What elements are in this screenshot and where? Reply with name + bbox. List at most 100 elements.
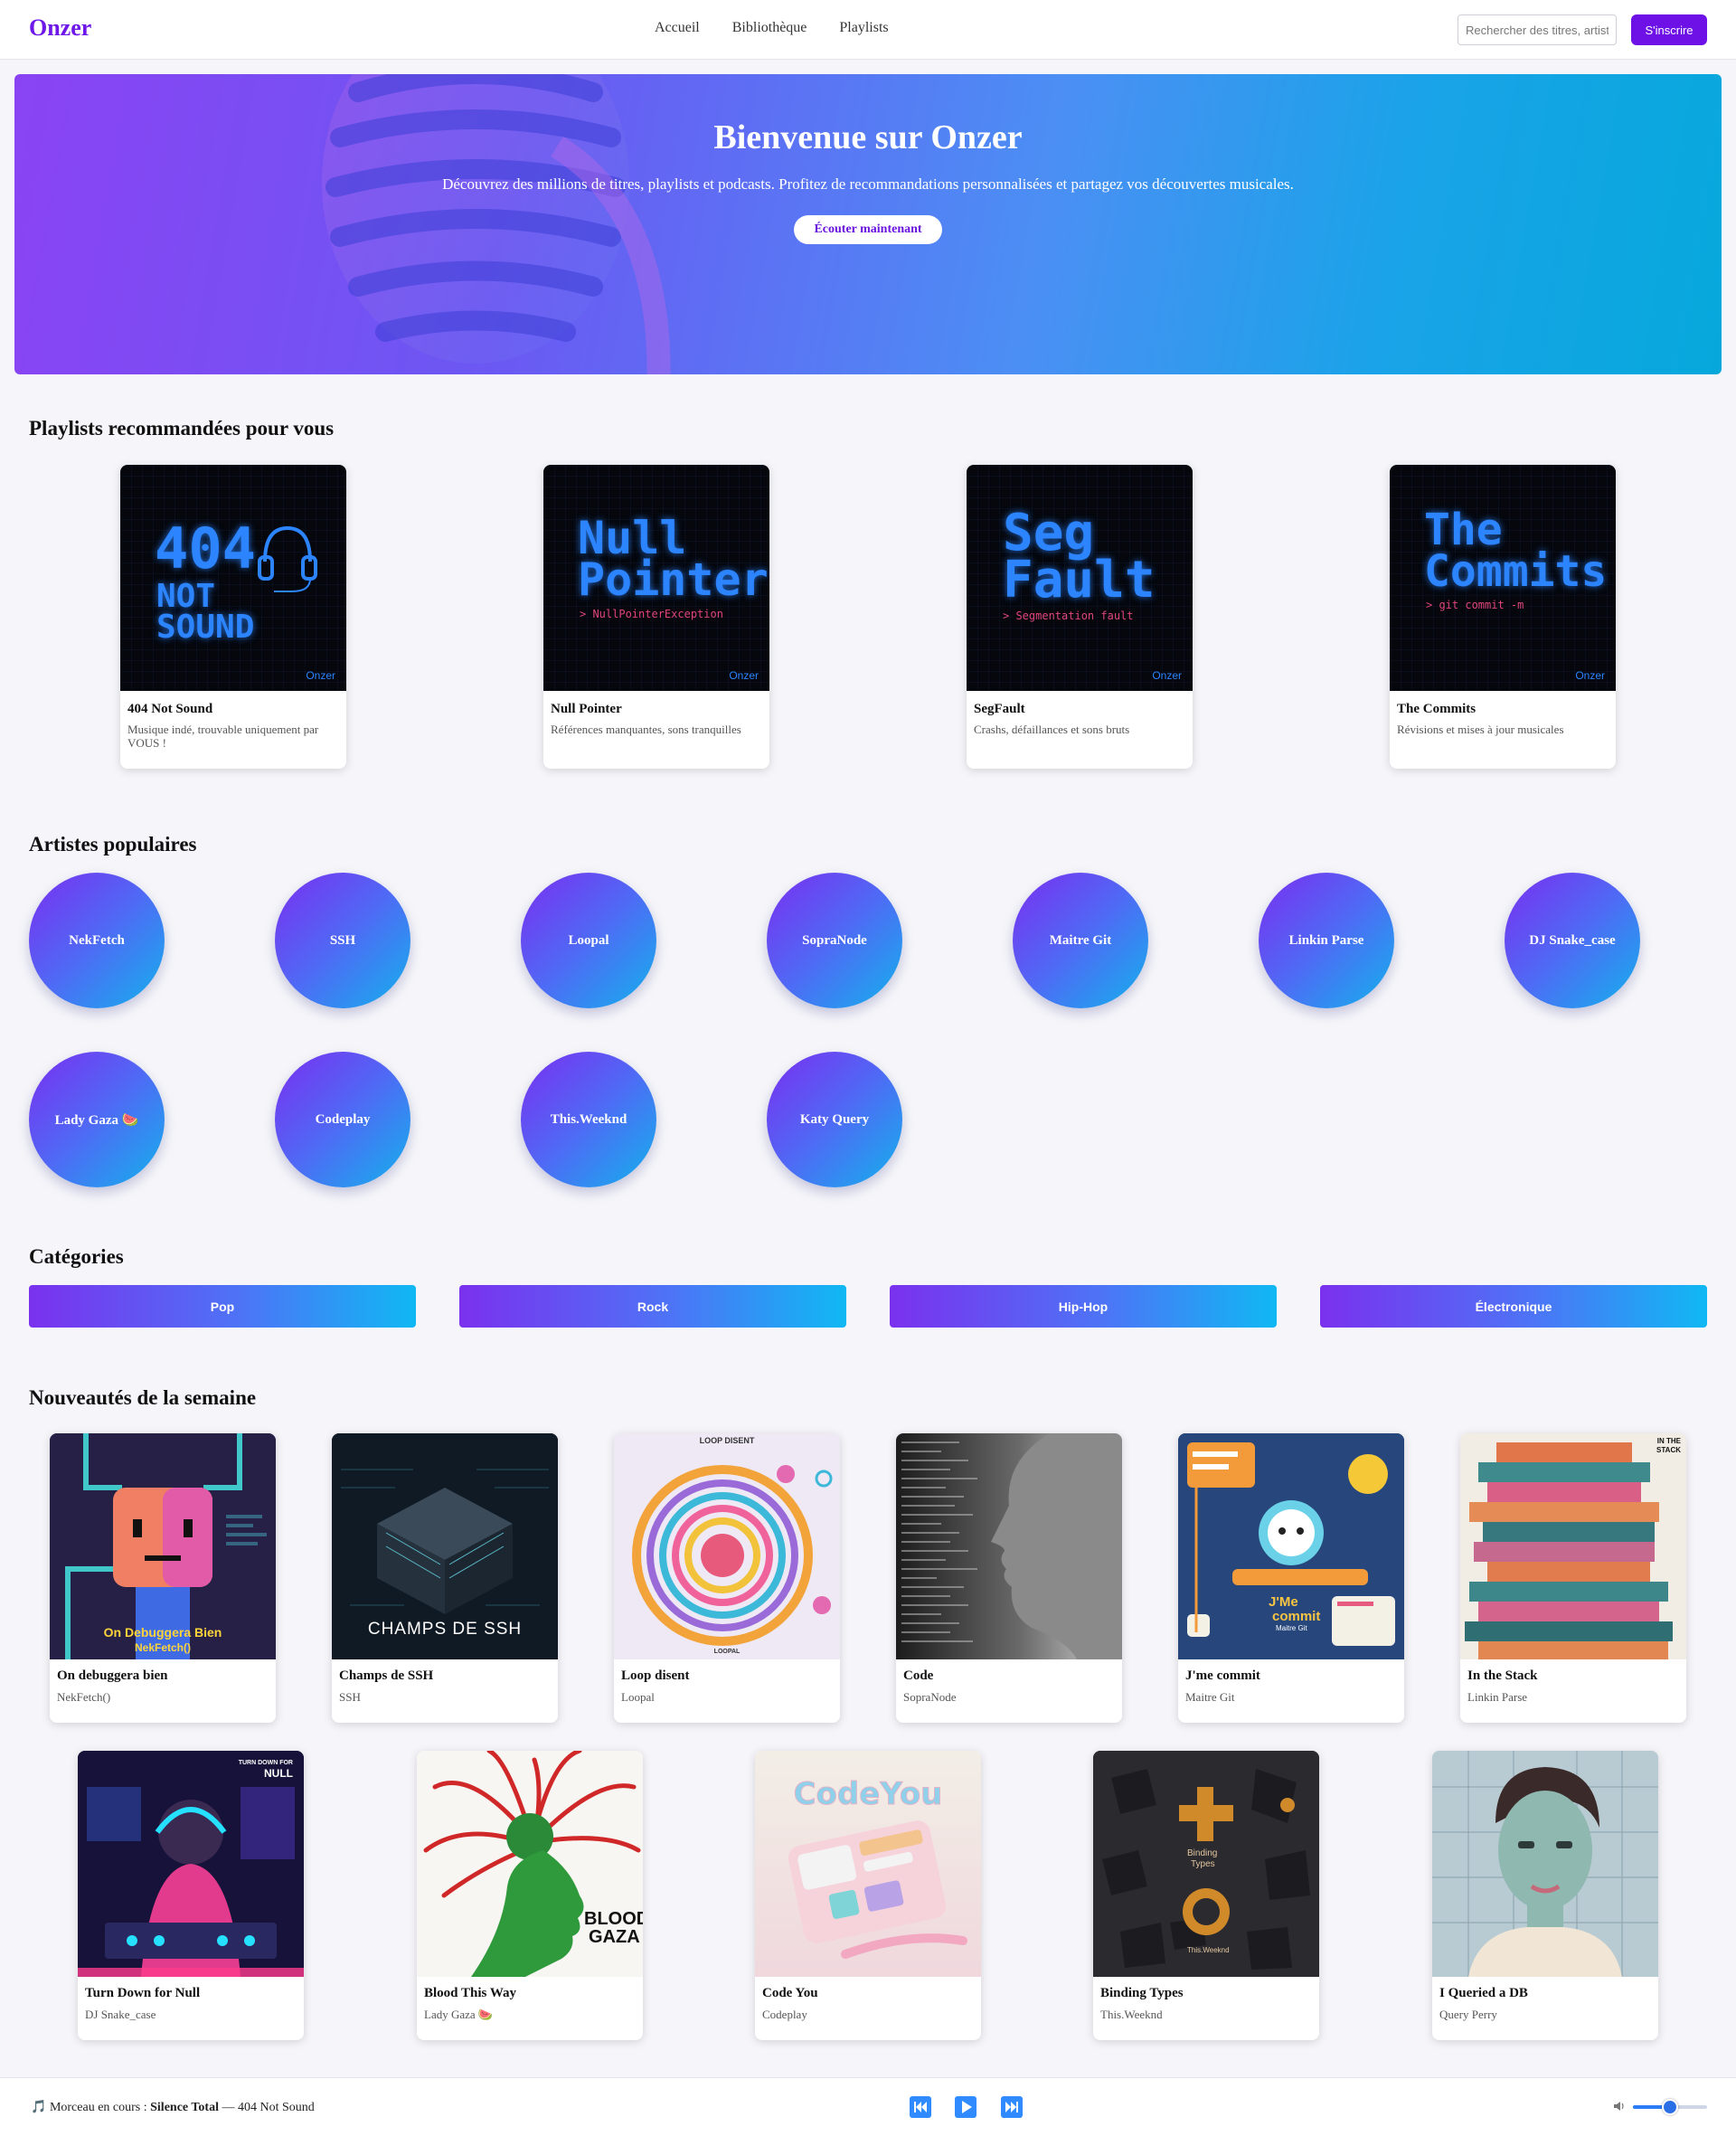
play-icon xyxy=(962,2101,972,2113)
previous-button[interactable] xyxy=(910,2096,931,2118)
artist-name: Codeplay xyxy=(315,1111,371,1127)
logo[interactable]: Onzer xyxy=(29,14,91,42)
artist-circle[interactable]: Lady Gaza 🍉 xyxy=(29,1052,165,1187)
release-card[interactable]: Binding Types This.Weeknd Binding Types … xyxy=(1093,1751,1319,2040)
signup-button[interactable]: S'inscrire xyxy=(1631,14,1707,45)
brand-mark: Onzer xyxy=(1575,669,1605,682)
server-cube-cover-art: CHAMPS DE SSH xyxy=(332,1433,558,1659)
cover-text: LOOPAL xyxy=(713,1649,741,1655)
category-button-pop[interactable]: Pop xyxy=(29,1285,416,1328)
cover-text: Binding xyxy=(1187,1848,1218,1858)
brand-mark: Onzer xyxy=(729,669,759,682)
cover-text: Maitre Git xyxy=(1276,1624,1307,1632)
playlist-description: Musique indé, trouvable uniquement par V… xyxy=(127,723,319,750)
release-title: Binding Types xyxy=(1100,1986,1184,2000)
playlist-card[interactable]: Null Pointer > NullPointerException Onze… xyxy=(543,465,769,769)
artist-name: SSH xyxy=(329,932,356,948)
release-card[interactable]: IN THE STACK In the Stack Linkin Parse xyxy=(1460,1433,1686,1723)
artist-circle[interactable]: Codeplay xyxy=(275,1052,410,1187)
release-card[interactable]: CodeYou Code You Codeplay xyxy=(755,1751,981,2040)
cover-text: NULL xyxy=(264,1767,293,1780)
cover-text: The xyxy=(1424,505,1503,555)
release-card[interactable]: On Debuggera Bien NekFetch() On debugger… xyxy=(50,1433,276,1723)
category-button-hiphop[interactable]: Hip-Hop xyxy=(890,1285,1277,1328)
release-card[interactable]: CHAMPS DE SSH Champs de SSH SSH xyxy=(332,1433,558,1723)
pastel-ui-cover-art: CodeYou xyxy=(755,1751,981,1977)
playlist-card[interactable]: 404 NOT SOUND Onzer 404 Not Sound Musiqu… xyxy=(120,465,346,769)
artist-circle[interactable]: SSH xyxy=(275,873,410,1008)
concentric-loop-cover-art: LOOP DISENT LOOPAL xyxy=(614,1433,840,1659)
headphones-icon xyxy=(258,525,317,592)
artist-name: SopraNode xyxy=(802,932,867,948)
artist-circle[interactable]: Maitre Git xyxy=(1013,873,1148,1008)
player-bar: 🎵 Morceau en cours : Silence Total — 404… xyxy=(0,2077,1736,2136)
cover-text: CodeYou xyxy=(793,1776,943,1813)
release-card[interactable]: J'Me commit Maitre Git J'me commit Maitr… xyxy=(1178,1433,1404,1723)
playlist-cover: Null Pointer > NullPointerException Onze… xyxy=(543,465,769,691)
cover-text: SOUND xyxy=(156,609,255,646)
release-card[interactable]: BLOOD GAZA Blood This Way Lady Gaza 🍉 xyxy=(417,1751,643,2040)
nav-link-accueil[interactable]: Accueil xyxy=(655,20,700,36)
profile-face-cover-art xyxy=(896,1433,1122,1659)
search-input[interactable] xyxy=(1458,14,1617,45)
release-title: Champs de SSH xyxy=(339,1668,434,1683)
artist-name: DJ Snake_case xyxy=(1529,932,1616,948)
cover-text: TURN DOWN FOR xyxy=(238,1760,293,1766)
playlist-cover: 404 NOT SOUND Onzer xyxy=(120,465,346,691)
release-card[interactable]: I Queried a DB Query Perry xyxy=(1432,1751,1658,2040)
release-card[interactable]: TURN DOWN FOR NULL Turn Down for Null DJ… xyxy=(78,1751,304,2040)
artist-circle[interactable]: NekFetch xyxy=(29,873,165,1008)
release-artist: Loopal xyxy=(621,1690,655,1704)
playlist-cover: Seg Fault > Segmentation fault Onzer xyxy=(967,465,1193,691)
release-artist: Query Perry xyxy=(1439,2008,1497,2021)
release-card[interactable]: LOOP DISENT LOOPAL Loop disent Loopal xyxy=(614,1433,840,1723)
artist-name: Loopal xyxy=(568,932,609,948)
listen-now-button[interactable]: Écouter maintenant xyxy=(794,215,942,244)
nav-link-playlists[interactable]: Playlists xyxy=(839,20,888,36)
release-artist: SopraNode xyxy=(903,1690,957,1704)
volume-slider-knob[interactable] xyxy=(1662,2099,1678,2115)
next-button[interactable] xyxy=(1001,2096,1023,2118)
cover-text: GAZA xyxy=(589,1927,640,1947)
artist-circle[interactable]: Katy Query xyxy=(767,1052,902,1187)
nav-link-bibliotheque[interactable]: Bibliothèque xyxy=(732,20,807,36)
release-title: In the Stack xyxy=(1467,1668,1538,1683)
now-playing-track: Silence Total xyxy=(150,2101,219,2114)
release-artist: This.Weeknd xyxy=(1100,2008,1163,2021)
cover-text: BLOOD xyxy=(584,1909,643,1929)
cover-text: STACK xyxy=(1656,1446,1681,1454)
release-title: On debuggera bien xyxy=(57,1668,168,1683)
cover-text: This.Weeknd xyxy=(1187,1946,1230,1954)
playlist-title: 404 Not Sound xyxy=(127,702,213,716)
artist-circle[interactable]: SopraNode xyxy=(767,873,902,1008)
release-title: J'me commit xyxy=(1185,1668,1260,1683)
now-playing-separator: — xyxy=(222,2101,235,2114)
category-button-electronique[interactable]: Électronique xyxy=(1320,1285,1707,1328)
stacked-blocks-cover-art: IN THE STACK xyxy=(1460,1433,1686,1659)
release-card[interactable]: Code SopraNode xyxy=(896,1433,1122,1723)
cover-text: Pointer xyxy=(578,553,769,606)
release-title: Code xyxy=(903,1668,934,1683)
cover-terminal-text: > Segmentation fault xyxy=(1003,610,1134,622)
cover-terminal-text: > NullPointerException xyxy=(580,608,723,620)
loop-icon xyxy=(614,1433,840,1659)
hero-banner: Bienvenue sur Onzer Découvrez des millio… xyxy=(14,74,1722,374)
playlist-card[interactable]: The Commits > git commit -m Onzer The Co… xyxy=(1390,465,1616,769)
playlist-card[interactable]: Seg Fault > Segmentation fault Onzer Seg… xyxy=(967,465,1193,769)
top-navbar: Onzer Accueil Bibliothèque Playlists S'i… xyxy=(0,0,1736,60)
release-title: I Queried a DB xyxy=(1439,1986,1528,2000)
artist-circle[interactable]: Linkin Parse xyxy=(1259,873,1394,1008)
artist-name: Katy Query xyxy=(799,1111,870,1127)
release-artist: NekFetch() xyxy=(57,1690,111,1704)
artist-circle[interactable]: DJ Snake_case xyxy=(1505,873,1640,1008)
play-button[interactable] xyxy=(955,2096,976,2118)
release-artist: Codeplay xyxy=(762,2008,807,2021)
release-artist: SSH xyxy=(339,1690,361,1704)
playlist-description: Références manquantes, sons tranquilles xyxy=(551,723,741,736)
volume-slider[interactable] xyxy=(1633,2099,1707,2115)
main-nav: Accueil Bibliothèque Playlists xyxy=(655,20,889,36)
category-button-rock[interactable]: Rock xyxy=(459,1285,846,1328)
artist-circle[interactable]: This.Weeknd xyxy=(521,1052,656,1187)
hero-subtitle: Découvrez des millions de titres, playli… xyxy=(442,175,1294,193)
artist-circle[interactable]: Loopal xyxy=(521,873,656,1008)
